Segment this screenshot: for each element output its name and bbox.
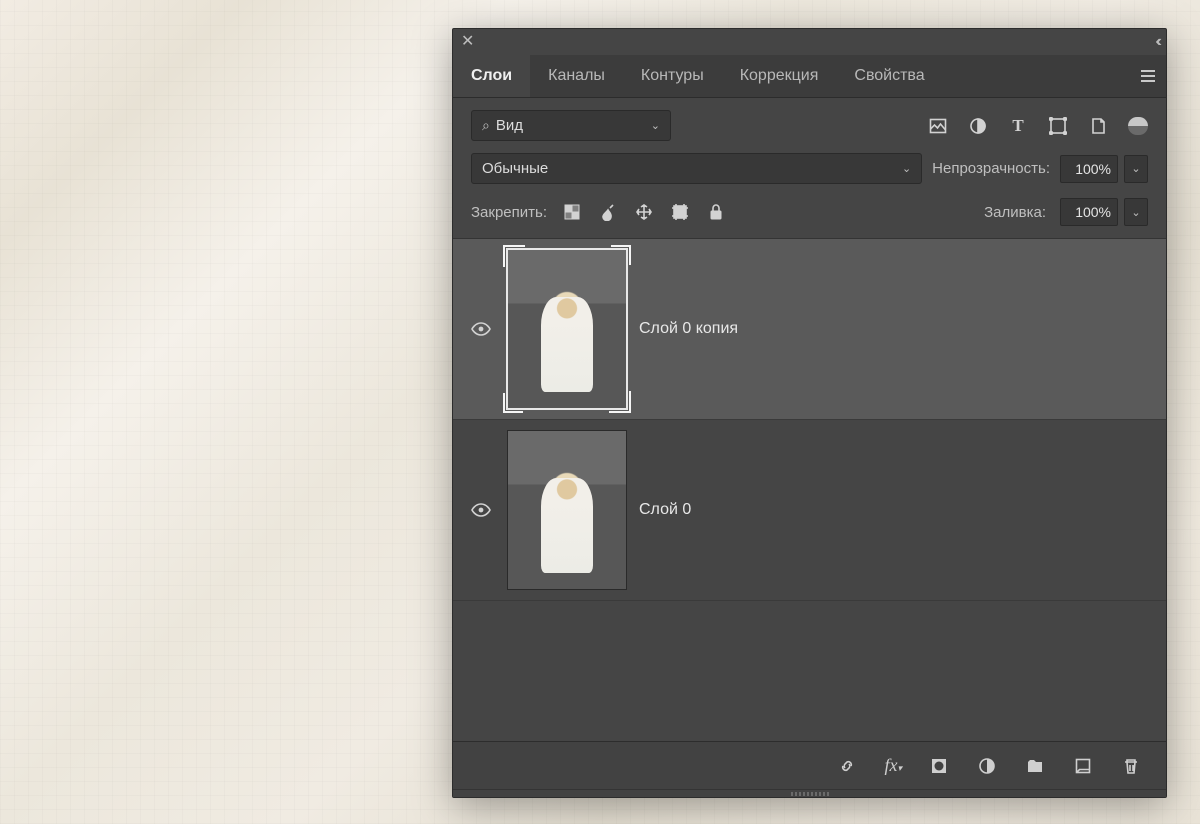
fill-dropdown[interactable]: ⌄ — [1124, 198, 1148, 226]
layer-thumbnail[interactable] — [507, 249, 627, 409]
link-icon[interactable] — [836, 755, 858, 777]
fill-label: Заливка: — [984, 204, 1046, 221]
tab-properties[interactable]: Свойства — [836, 55, 942, 97]
smartobject-icon[interactable] — [1088, 116, 1108, 136]
layer-name[interactable]: Слой 0 копия — [639, 320, 738, 338]
collapse-icon[interactable]: ‹‹ — [1155, 33, 1158, 51]
tab-label: Слои — [471, 67, 512, 84]
lock-label: Закрепить: — [471, 204, 547, 221]
blend-mode-dropdown[interactable]: Обычные ⌄ — [471, 153, 922, 184]
opacity-input[interactable] — [1060, 155, 1118, 183]
chevron-down-icon: ⌄ — [1131, 162, 1140, 175]
layers-panel: ✕ ‹‹ Слои Каналы Контуры Коррекция Свойс… — [452, 28, 1167, 798]
fill-control: ⌄ — [1060, 198, 1148, 226]
blend-row: Обычные ⌄ Непрозрачность: ⌄ — [453, 153, 1166, 194]
tab-adjustments[interactable]: Коррекция — [722, 55, 837, 97]
lock-paint-icon[interactable] — [597, 201, 619, 223]
shape-icon[interactable] — [1048, 116, 1068, 136]
panel-menu-icon[interactable] — [1130, 67, 1166, 85]
tab-label: Свойства — [854, 67, 924, 84]
tab-label: Контуры — [641, 67, 704, 84]
kind-filter-dropdown[interactable]: ⌕ Вид ⌄ — [471, 110, 671, 141]
blend-mode-value: Обычные — [482, 160, 548, 177]
layer-thumbnail[interactable] — [507, 430, 627, 590]
layer-filter-row: ⌕ Вид ⌄ T — [453, 98, 1166, 153]
panel-titlebar: ✕ ‹‹ — [453, 29, 1166, 55]
mask-icon[interactable] — [928, 755, 950, 777]
group-icon[interactable] — [1024, 755, 1046, 777]
layer-filter-icons: T — [928, 116, 1148, 136]
panel-tabs: Слои Каналы Контуры Коррекция Свойства — [453, 55, 1166, 98]
opacity-label: Непрозрачность: — [932, 160, 1050, 177]
fx-icon[interactable]: fx▾ — [884, 755, 902, 776]
lock-artboard-icon[interactable] — [669, 201, 691, 223]
layer-row[interactable]: Слой 0 — [453, 420, 1166, 601]
chevron-down-icon: ⌄ — [1131, 206, 1140, 219]
filter-toggle[interactable] — [1128, 117, 1148, 135]
search-icon: ⌕ — [482, 117, 490, 133]
visibility-toggle[interactable] — [467, 503, 495, 517]
resize-grip[interactable] — [453, 789, 1166, 797]
opacity-dropdown[interactable]: ⌄ — [1124, 155, 1148, 183]
adjustment-icon[interactable] — [968, 116, 988, 136]
layer-list: Слой 0 копия Слой 0 — [453, 239, 1166, 741]
layer-name[interactable]: Слой 0 — [639, 501, 691, 519]
trash-icon[interactable] — [1120, 755, 1142, 777]
lock-transparency-icon[interactable] — [561, 201, 583, 223]
lock-all-icon[interactable] — [705, 201, 727, 223]
tab-layers[interactable]: Слои — [453, 53, 530, 97]
tab-paths[interactable]: Контуры — [623, 55, 722, 97]
tab-label: Каналы — [548, 67, 605, 84]
visibility-toggle[interactable] — [467, 322, 495, 336]
lock-position-icon[interactable] — [633, 201, 655, 223]
opacity-control: ⌄ — [1060, 155, 1148, 183]
close-icon[interactable]: ✕ — [461, 34, 474, 50]
kind-filter-label: Вид — [496, 117, 523, 134]
tab-channels[interactable]: Каналы — [530, 55, 623, 97]
adjustment-layer-icon[interactable] — [976, 755, 998, 777]
lock-row: Закрепить: Заливка: ⌄ — [453, 194, 1166, 239]
chevron-down-icon: ⌄ — [902, 162, 911, 175]
tab-label: Коррекция — [740, 67, 819, 84]
fill-input[interactable] — [1060, 198, 1118, 226]
new-layer-icon[interactable] — [1072, 755, 1094, 777]
layer-row[interactable]: Слой 0 копия — [453, 239, 1166, 420]
chevron-down-icon: ⌄ — [651, 119, 660, 132]
type-icon[interactable]: T — [1008, 116, 1028, 136]
panel-footer: fx▾ — [453, 741, 1166, 789]
image-icon[interactable] — [928, 116, 948, 136]
